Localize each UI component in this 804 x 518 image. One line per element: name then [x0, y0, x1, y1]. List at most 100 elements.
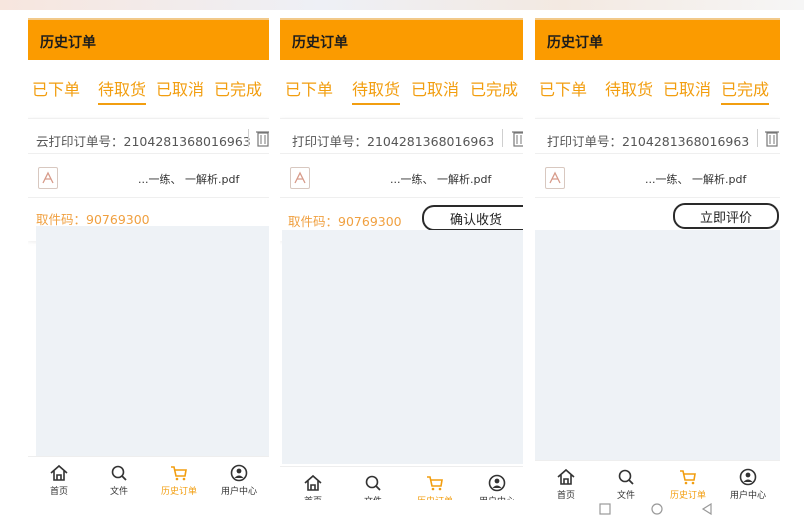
app-header: 历史订单 [280, 18, 523, 60]
tab-ordered[interactable]: 已下单 [285, 76, 333, 100]
nav-files[interactable]: 文件 [348, 473, 398, 500]
card-divider [28, 153, 269, 154]
top-gradient-strip [0, 0, 804, 10]
circle-icon[interactable] [651, 503, 663, 515]
order-number-row: 云打印订单号：2104281368016963 [36, 131, 251, 150]
nav-home[interactable]: 首页 [288, 473, 338, 500]
confirm-receipt-button[interactable]: 确认收货 [422, 205, 523, 231]
tab-completed[interactable]: 已完成 [470, 76, 518, 100]
nav-label: 文件 [616, 491, 635, 500]
empty-content-area [36, 226, 269, 458]
tab-ordered[interactable]: 已下单 [539, 76, 587, 100]
nav-history-orders[interactable]: 历史订单 [154, 463, 204, 497]
user-icon [739, 468, 757, 486]
tab-ordered[interactable]: 已下单 [32, 76, 80, 100]
nav-user-center[interactable]: 用户中心 [214, 463, 264, 497]
tab-completed[interactable]: 已完成 [214, 76, 262, 100]
order-number-value: 2104281368016963 [367, 134, 495, 149]
search-icon [111, 465, 127, 481]
rate-now-button[interactable]: 立即评价 [673, 203, 779, 229]
back-triangle-icon[interactable] [701, 503, 713, 515]
pdf-file-icon [545, 167, 565, 189]
nav-home[interactable]: 首页 [541, 467, 591, 500]
nav-history-orders[interactable]: 历史订单 [410, 473, 460, 500]
search-icon [365, 475, 381, 491]
order-status-tabs: 已下单 待取货 已取消 已完成 [28, 60, 269, 118]
order-card: 打印订单号：2104281368016963 ...一练、 一解析.pdf 立即… [535, 118, 780, 241]
nav-label: 首页 [556, 491, 575, 500]
search-icon [618, 469, 634, 485]
order-number-label: 打印订单号： [292, 134, 368, 149]
empty-content-area [535, 230, 780, 462]
system-navigation-bar [535, 500, 780, 518]
nav-label: 历史订单 [410, 494, 460, 500]
cart-icon [427, 476, 443, 491]
order-card: 打印订单号：2104281368016963 ...一练、 一解析.pdf 取件… [280, 118, 523, 241]
trash-icon[interactable] [512, 129, 523, 147]
cart-icon [171, 466, 187, 481]
pickup-code-value: 90769300 [86, 212, 150, 227]
tab-cancelled[interactable]: 已取消 [156, 76, 204, 100]
nav-label: 文件 [348, 494, 398, 500]
order-number-value: 2104281368016963 [622, 134, 750, 149]
order-status-tabs: 已下单 待取货 已取消 已完成 [280, 60, 523, 118]
nav-files[interactable]: 文件 [601, 467, 651, 500]
bottom-navigation: 首页 文件 历史订单 用户中心 [280, 466, 523, 500]
home-icon [557, 468, 575, 485]
nav-label: 文件 [109, 487, 128, 497]
user-icon [230, 464, 248, 482]
nav-files[interactable]: 文件 [94, 463, 144, 497]
pickup-code-label: 取件码： [288, 214, 339, 229]
nav-label: 用户中心 [220, 487, 257, 497]
cart-icon [680, 470, 696, 485]
order-number-row: 打印订单号：2104281368016963 [547, 131, 749, 150]
bottom-navigation: 首页 文件 历史订单 用户中心 [28, 456, 269, 500]
nav-user-center[interactable]: 用户中心 [472, 473, 522, 500]
order-status-tabs: 已下单 待取货 已取消 已完成 [535, 60, 780, 118]
page-title: 历史订单 [292, 35, 348, 51]
tab-completed[interactable]: 已完成 [721, 76, 770, 105]
order-card: 云打印订单号：2104281368016963 ...一练、 一解析.pdf 取… [28, 118, 269, 241]
card-divider [28, 197, 269, 198]
tab-awaiting-pickup[interactable]: 待取货 [605, 76, 653, 100]
pdf-file-icon [290, 167, 310, 189]
bottom-navigation: 首页 文件 历史订单 用户中心 [535, 460, 780, 500]
nav-label: 首页 [288, 494, 338, 500]
screen-panel-1: 历史订单 已下单 待取货 已取消 已完成 云打印订单号：210428136801… [28, 18, 269, 500]
tab-awaiting-pickup[interactable]: 待取货 [98, 76, 147, 105]
vertical-separator [248, 129, 249, 147]
nav-home[interactable]: 首页 [34, 463, 84, 497]
nav-history-orders[interactable]: 历史订单 [663, 467, 713, 500]
nav-label: 历史订单 [160, 487, 197, 497]
card-divider [535, 197, 780, 198]
app-header: 历史订单 [535, 18, 780, 60]
file-name: ...一练、 一解析.pdf [390, 173, 492, 186]
square-icon[interactable] [599, 503, 611, 515]
app-header: 历史订单 [28, 18, 269, 60]
pickup-code-label: 取件码： [36, 212, 87, 227]
vertical-separator [757, 129, 758, 147]
nav-label: 首页 [49, 487, 68, 497]
card-divider [280, 153, 523, 154]
card-divider [280, 197, 523, 198]
vertical-separator [502, 129, 503, 147]
screen-panel-2: 历史订单 已下单 待取货 已取消 已完成 打印订单号：2104281368016… [280, 18, 523, 500]
nav-user-center[interactable]: 用户中心 [723, 467, 773, 500]
card-divider [535, 153, 780, 154]
nav-label: 历史订单 [669, 491, 706, 500]
user-icon [488, 474, 506, 492]
order-number-label: 云打印订单号： [36, 134, 124, 149]
order-number-label: 打印订单号： [547, 134, 623, 149]
nav-label: 用户中心 [472, 494, 522, 500]
tab-cancelled[interactable]: 已取消 [663, 76, 711, 100]
home-icon [50, 464, 68, 481]
file-name: ...一练、 一解析.pdf [645, 173, 747, 186]
tab-cancelled[interactable]: 已取消 [411, 76, 459, 100]
trash-icon[interactable] [765, 129, 779, 147]
pickup-code-value: 90769300 [338, 214, 402, 229]
tab-awaiting-pickup[interactable]: 待取货 [352, 76, 401, 105]
file-name: ...一练、 一解析.pdf [138, 173, 240, 186]
trash-icon[interactable] [256, 129, 269, 147]
screen-panel-3: 历史订单 已下单 待取货 已取消 已完成 打印订单号：2104281368016… [535, 18, 780, 500]
order-number-row: 打印订单号：2104281368016963 [292, 131, 494, 150]
